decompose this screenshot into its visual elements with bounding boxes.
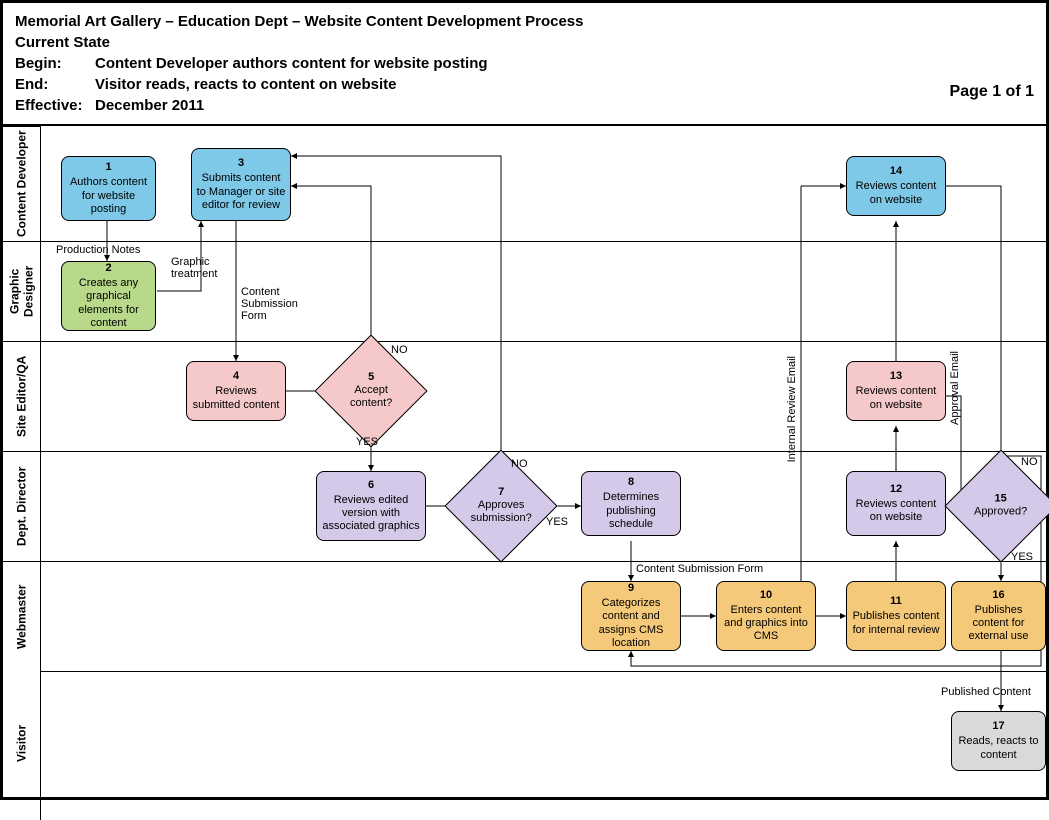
decision-5: 5Accept content? bbox=[314, 334, 427, 447]
label-no-15: NO bbox=[1021, 456, 1038, 468]
box-6: 6Reviews edited version with associated … bbox=[316, 471, 426, 541]
page-number: Page 1 of 1 bbox=[950, 81, 1034, 103]
lane-webmaster: Webmaster bbox=[3, 561, 40, 671]
box-17: 17Reads, reacts to content bbox=[951, 711, 1046, 771]
box-12: 12Reviews content on website bbox=[846, 471, 946, 536]
box-8: 8Determines publishing schedule bbox=[581, 471, 681, 536]
header: Memorial Art Gallery – Education Dept – … bbox=[3, 3, 1046, 126]
box-3: 3Submits content to Manager or site edit… bbox=[191, 148, 291, 221]
label-approval-email: Approval Email bbox=[949, 351, 961, 425]
diagram-canvas: 1Authors content for website posting 3Su… bbox=[41, 126, 1046, 820]
lane-visitor: Visitor bbox=[3, 671, 40, 816]
decision-7: 7Approves submission? bbox=[444, 449, 557, 562]
label-yes-15: YES bbox=[1011, 551, 1033, 563]
lane-labels: Content Developer Graphic Designer Site … bbox=[3, 126, 41, 820]
box-9: 9Categorizes content and assigns CMS loc… bbox=[581, 581, 681, 651]
box-11: 11Publishes content for internal review bbox=[846, 581, 946, 651]
box-13: 13Reviews content on website bbox=[846, 361, 946, 421]
label-no-5: NO bbox=[391, 344, 408, 356]
lane-site-editor: Site Editor/QA bbox=[3, 341, 40, 451]
swimlanes: Content Developer Graphic Designer Site … bbox=[3, 126, 1046, 820]
box-16: 16Publishes content for external use bbox=[951, 581, 1046, 651]
page: Memorial Art Gallery – Education Dept – … bbox=[0, 0, 1049, 800]
begin-value: Content Developer authors content for we… bbox=[95, 53, 488, 74]
end-value: Visitor reads, reacts to content on webs… bbox=[95, 74, 396, 95]
box-14: 14Reviews content on website bbox=[846, 156, 946, 216]
label-yes-7: YES bbox=[546, 516, 568, 528]
label-ire: Internal Review Email bbox=[786, 356, 798, 462]
state: Current State bbox=[15, 32, 1034, 53]
lane-dept-director: Dept. Director bbox=[3, 451, 40, 561]
box-4: 4Reviews submitted content bbox=[186, 361, 286, 421]
label-csf: Content Submission Form bbox=[241, 286, 311, 322]
box-10: 10Enters content and graphics into CMS bbox=[716, 581, 816, 651]
lane-content-developer: Content Developer bbox=[3, 126, 40, 241]
label-csf2: Content Submission Form bbox=[636, 563, 763, 575]
end-label: End: bbox=[15, 74, 95, 95]
effective-value: December 2011 bbox=[95, 95, 204, 116]
begin-label: Begin: bbox=[15, 53, 95, 74]
effective-label: Effective: bbox=[15, 95, 95, 116]
label-graphic-treatment: Graphic treatment bbox=[171, 256, 226, 280]
lane-graphic-designer: Graphic Designer bbox=[3, 241, 40, 341]
label-published-content: Published Content bbox=[941, 686, 1031, 698]
title: Memorial Art Gallery – Education Dept – … bbox=[15, 11, 1034, 32]
label-no-7: NO bbox=[511, 458, 528, 470]
label-production-notes: Production Notes bbox=[56, 244, 140, 256]
box-1: 1Authors content for website posting bbox=[61, 156, 156, 221]
box-2: 2Creates any graphical elements for cont… bbox=[61, 261, 156, 331]
label-yes-5: YES bbox=[356, 436, 378, 448]
